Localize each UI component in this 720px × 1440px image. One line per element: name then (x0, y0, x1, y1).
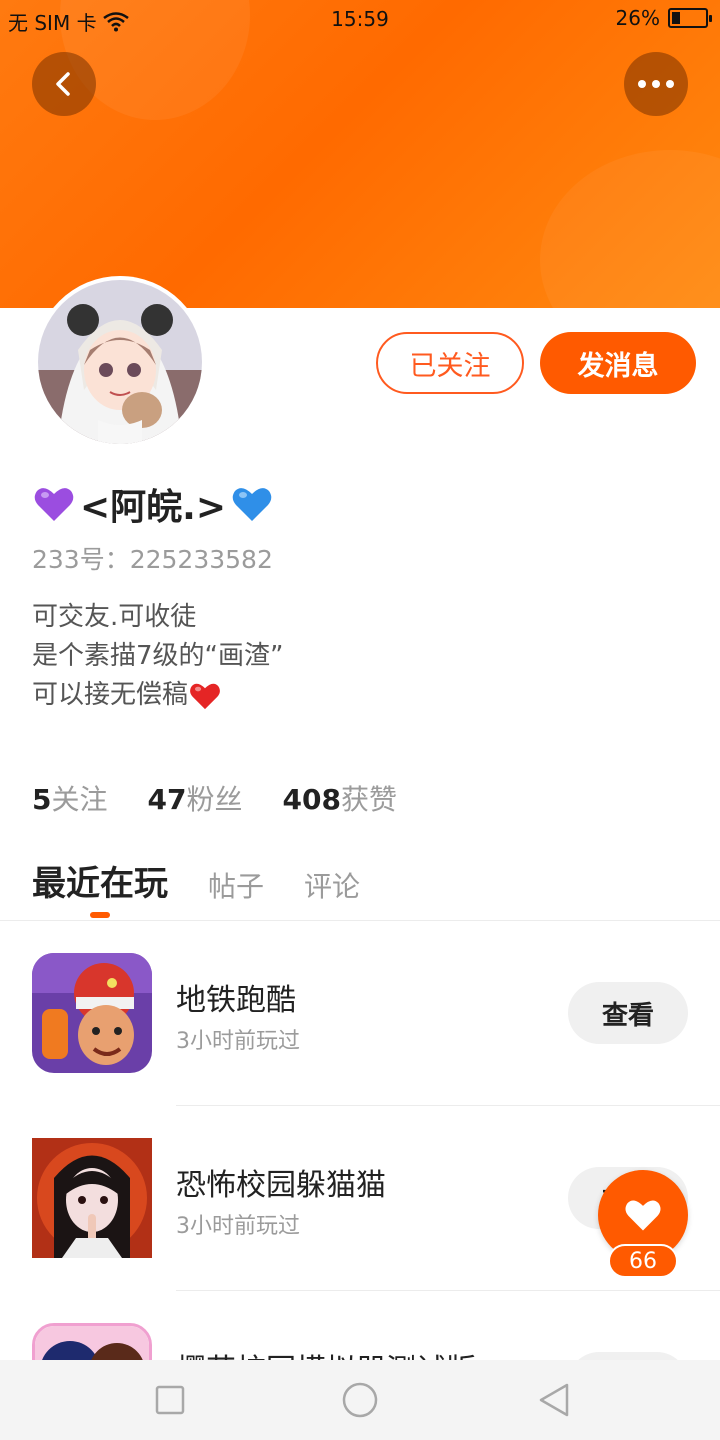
status-bar: 无 SIM 卡 15:59 26% (0, 0, 720, 40)
stat-label: 获赞 (340, 783, 397, 816)
home-button[interactable] (340, 1380, 380, 1420)
blue-heart-icon (232, 488, 272, 521)
red-heart-icon (190, 683, 220, 709)
username: <阿皖.> (32, 478, 274, 530)
avatar[interactable] (34, 276, 206, 448)
bio-line: 是个素描7级的“画渣” (32, 641, 284, 671)
game-last-played: 3小时前玩过 (176, 1214, 300, 1239)
stat-count: 47 (147, 783, 187, 816)
list-item[interactable]: 地铁跑酷 3小时前玩过 查看 (0, 921, 720, 1106)
stat-following[interactable]: 5关注 (32, 778, 108, 818)
more-button[interactable] (624, 52, 688, 116)
username-text: <阿皖.> (80, 487, 227, 528)
tab-indicator (90, 912, 110, 918)
recent-apps-button[interactable] (150, 1380, 190, 1420)
game-name: 地铁跑酷 (176, 983, 296, 1018)
stat-count: 5 (32, 783, 52, 816)
square-icon (155, 1385, 185, 1415)
battery-fill (672, 12, 680, 24)
circle-icon (342, 1382, 378, 1418)
purple-heart-icon (34, 488, 74, 521)
more-dots-icon (638, 80, 674, 88)
stat-label: 粉丝 (186, 783, 243, 816)
game-name: 恐怖校园躲猫猫 (176, 1168, 386, 1203)
game-icon-horror-school (32, 1138, 152, 1258)
triangle-back-icon (539, 1383, 569, 1417)
game-last-played: 3小时前玩过 (176, 1029, 300, 1054)
heart-icon (625, 1200, 661, 1231)
stat-followers[interactable]: 47粉丝 (148, 778, 243, 818)
bio-line: 可以接无偿稿 (32, 676, 283, 715)
view-button[interactable]: 查看 (568, 982, 688, 1044)
back-button[interactable] (32, 52, 96, 116)
tab-comments[interactable]: 评论 (304, 865, 360, 905)
following-button[interactable]: 已关注 (376, 332, 524, 394)
stat-label: 关注 (51, 783, 108, 816)
avatar-image (38, 280, 202, 444)
bio-line: 可交友.可收徒 (32, 602, 197, 632)
tab-bar: 最近在玩 帖子 评论 (32, 856, 400, 905)
battery-icon (668, 8, 712, 28)
user-id: 233号：225233582 (32, 545, 273, 574)
chevron-left-icon (56, 72, 70, 96)
like-count-badge: 66 (608, 1244, 678, 1278)
system-nav-bar (0, 1360, 720, 1440)
battery-percent: 26% (615, 6, 660, 30)
clock: 15:59 (331, 7, 389, 31)
bio: 可交友.可收徒 是个素描7级的“画渣” 可以接无偿稿 (32, 598, 283, 715)
tab-posts[interactable]: 帖子 (208, 865, 264, 905)
tab-recently-played[interactable]: 最近在玩 (32, 856, 168, 905)
stat-count: 408 (282, 783, 341, 816)
send-message-button[interactable]: 发消息 (540, 332, 696, 394)
back-nav-button[interactable] (534, 1380, 574, 1420)
stats-row: 5关注 47粉丝 408获赞 (32, 778, 397, 818)
profile-banner (0, 0, 720, 308)
banner-decoration (540, 150, 720, 308)
game-icon-subway-surfers (32, 953, 152, 1073)
stat-likes[interactable]: 408获赞 (282, 778, 396, 818)
bio-line-text: 可以接无偿稿 (32, 680, 189, 710)
